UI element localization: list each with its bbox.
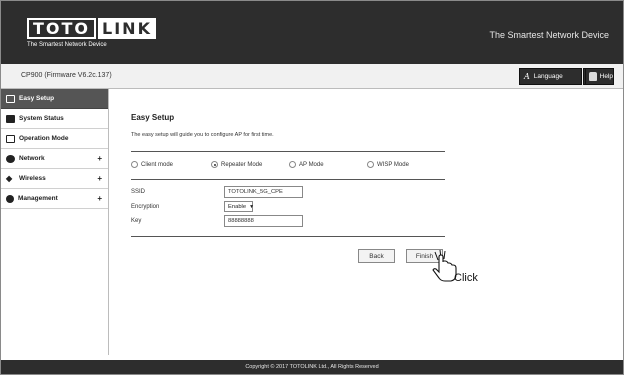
management-icon bbox=[6, 194, 14, 203]
ssid-label: SSID bbox=[131, 189, 146, 195]
copyright-text: Copyright © 2017 TOTOLINK Ltd., All Righ… bbox=[245, 364, 379, 370]
sidebar-item-wireless[interactable]: ◆ Wireless + bbox=[1, 169, 108, 189]
logo-toto-text: TOTO bbox=[27, 18, 97, 39]
divider bbox=[131, 151, 445, 152]
expand-plus-icon[interactable]: + bbox=[97, 174, 102, 183]
encryption-label: Encryption bbox=[131, 204, 160, 210]
divider bbox=[131, 179, 445, 180]
help-label: Help bbox=[599, 73, 613, 80]
help-icon bbox=[589, 72, 597, 81]
language-icon: A bbox=[524, 72, 530, 81]
sidebar-item-network[interactable]: Network + bbox=[1, 149, 108, 169]
sidebar-item-label: Easy Setup bbox=[19, 95, 55, 102]
back-button[interactable]: Back bbox=[358, 249, 395, 263]
radio-circle bbox=[367, 161, 374, 168]
chevron-down-icon: ▼ bbox=[249, 203, 255, 210]
sidebar-item-easy-setup[interactable]: Easy Setup bbox=[1, 89, 108, 109]
sidebar-item-management[interactable]: Management + bbox=[1, 189, 108, 209]
help-button[interactable]: Help bbox=[585, 68, 614, 85]
mode-label: AP Mode bbox=[299, 161, 324, 168]
radio-circle bbox=[289, 161, 296, 168]
repeater-mode-radio[interactable]: Repeater Mode bbox=[211, 161, 262, 168]
divider bbox=[131, 236, 445, 237]
expand-plus-icon[interactable]: + bbox=[97, 194, 102, 203]
sub-header: CP900 (Firmware V6.2c.137) A Language ▼ … bbox=[1, 64, 623, 89]
sidebar-item-label: Network bbox=[19, 155, 45, 162]
key-input[interactable]: 88888888 bbox=[224, 215, 303, 227]
mode-label: WISP Mode bbox=[377, 161, 409, 168]
language-button[interactable]: A Language bbox=[519, 68, 582, 85]
page-description: The easy setup will guide you to configu… bbox=[131, 132, 274, 138]
sidebar: Easy Setup System Status Operation Mode … bbox=[1, 89, 109, 355]
logo-subtitle: The Smartest Network Device bbox=[27, 42, 107, 48]
click-annotation: Click bbox=[454, 272, 478, 284]
status-icon bbox=[6, 114, 15, 123]
radio-circle-selected bbox=[211, 161, 218, 168]
encryption-select[interactable]: Enable ▼ bbox=[224, 201, 255, 212]
sidebar-item-label: Operation Mode bbox=[19, 135, 69, 142]
model-firmware-label: CP900 (Firmware V6.2c.137) bbox=[21, 72, 112, 79]
wireless-icon: ◆ bbox=[6, 173, 13, 183]
operation-mode-icon bbox=[6, 134, 15, 143]
easy-setup-panel: Easy Setup The easy setup will guide you… bbox=[131, 113, 451, 263]
totolink-logo: TOTO LINK The Smartest Network Device bbox=[27, 18, 156, 54]
app-window: TOTO LINK The Smartest Network Device Th… bbox=[0, 0, 624, 375]
header-tagline: The Smartest Network Device bbox=[489, 30, 609, 40]
language-label: Language bbox=[533, 73, 563, 80]
sidebar-item-system-status[interactable]: System Status bbox=[1, 109, 108, 129]
expand-plus-icon[interactable]: + bbox=[97, 154, 102, 163]
mode-label: Repeater Mode bbox=[221, 161, 263, 168]
page-title: Easy Setup bbox=[131, 113, 175, 122]
mode-label: Client mode bbox=[141, 161, 174, 168]
ap-mode-radio[interactable]: AP Mode bbox=[289, 161, 324, 168]
sidebar-item-label: System Status bbox=[19, 115, 64, 122]
sidebar-item-label: Wireless bbox=[19, 175, 46, 182]
footer: Copyright © 2017 TOTOLINK Ltd., All Righ… bbox=[1, 360, 623, 374]
client-mode-radio[interactable]: Client mode bbox=[131, 161, 173, 168]
network-icon bbox=[6, 154, 15, 163]
encryption-value: Enable bbox=[228, 203, 247, 210]
top-header: TOTO LINK The Smartest Network Device Th… bbox=[1, 1, 623, 64]
wisp-mode-radio[interactable]: WISP Mode bbox=[367, 161, 409, 168]
ssid-input[interactable]: TOTOLINK_5G_CPE bbox=[224, 186, 303, 198]
logo-link-text: LINK bbox=[98, 18, 156, 39]
easy-setup-icon bbox=[6, 94, 15, 103]
sidebar-item-label: Management bbox=[18, 195, 58, 202]
key-label: Key bbox=[131, 218, 142, 224]
sidebar-item-operation-mode[interactable]: Operation Mode bbox=[1, 129, 108, 149]
radio-circle bbox=[131, 161, 138, 168]
